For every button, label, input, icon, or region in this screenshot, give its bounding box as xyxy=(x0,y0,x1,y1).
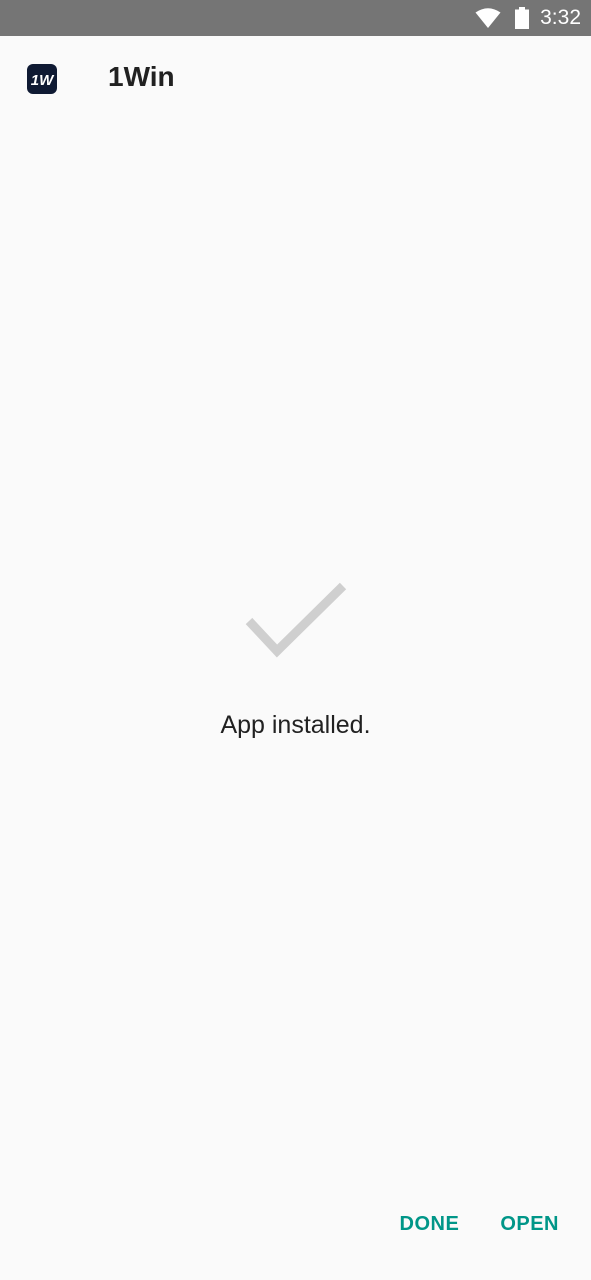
app-title: 1Win xyxy=(108,61,175,92)
battery-icon xyxy=(515,7,530,29)
wifi-icon xyxy=(475,8,501,28)
checkmark-icon xyxy=(245,582,347,658)
status-time: 3:32 xyxy=(540,6,581,29)
open-button[interactable]: OPEN xyxy=(500,1213,559,1236)
status-icons: 3:32 xyxy=(475,0,581,36)
app-icon-label: 1W xyxy=(31,72,55,89)
done-button[interactable]: DONE xyxy=(400,1213,460,1236)
app-logo-mark: 1W xyxy=(31,72,55,89)
status-bar: 3:32 xyxy=(0,0,591,36)
install-status-message: App installed. xyxy=(220,711,371,739)
action-bar: DONE OPEN xyxy=(400,1213,559,1236)
app-icon: 1W xyxy=(27,64,57,94)
app-bar: 1W 1Win xyxy=(0,36,591,122)
